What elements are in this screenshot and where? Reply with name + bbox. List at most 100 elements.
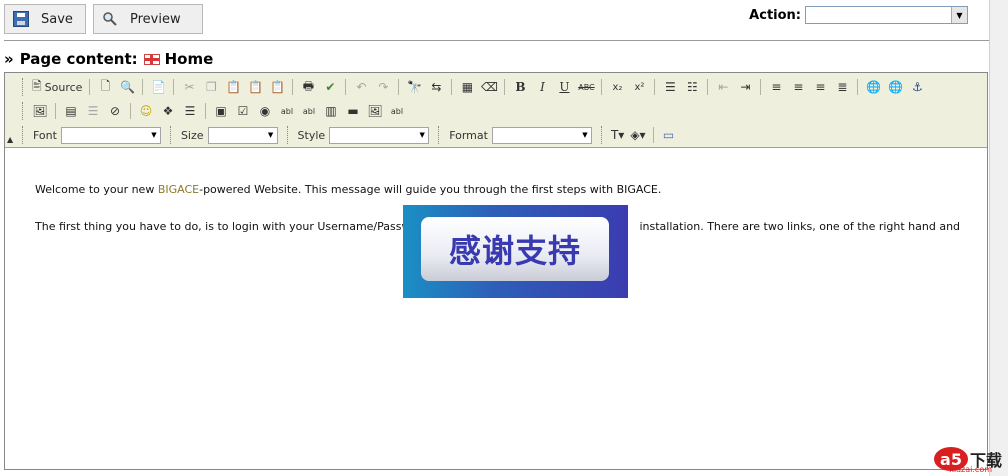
undo-icon: ↶ xyxy=(356,80,367,94)
separator xyxy=(504,79,506,95)
italic-button[interactable]: I xyxy=(531,77,553,97)
save-icon xyxy=(13,11,29,27)
copy-icon: ❐ xyxy=(206,80,217,94)
toolbar-grip xyxy=(22,126,26,144)
action-group: Action: ▼ xyxy=(749,6,968,24)
undo-button[interactable]: ↶ xyxy=(350,77,372,97)
textfield-button[interactable]: abl xyxy=(276,101,298,121)
subscript-button[interactable]: x₂ xyxy=(606,77,628,97)
ordered-list-button[interactable]: ☰ xyxy=(659,77,681,97)
spellcheck-button[interactable]: ✔ xyxy=(319,77,341,97)
templates-button[interactable]: 📄 xyxy=(147,77,169,97)
button-field-button[interactable]: ▬ xyxy=(342,101,364,121)
separator xyxy=(89,79,91,95)
justify-button[interactable]: ≣ xyxy=(831,77,853,97)
toolbar-grip xyxy=(169,126,174,144)
bold-icon: B xyxy=(515,80,526,94)
scrollbar[interactable] xyxy=(989,0,1008,476)
replace-button[interactable]: ⇆ xyxy=(425,77,447,97)
strike-button[interactable]: ABC xyxy=(575,77,597,97)
copy-button[interactable]: ❐ xyxy=(200,77,222,97)
separator xyxy=(142,79,144,95)
link-icon: 🌐 xyxy=(865,80,881,94)
bold-button[interactable]: B xyxy=(509,77,531,97)
size-select[interactable]: ▼ xyxy=(207,126,278,144)
textfield-icon: abl xyxy=(280,106,294,116)
print-button[interactable]: 🖶 xyxy=(297,77,319,97)
separator xyxy=(205,103,206,119)
style-select[interactable]: ▼ xyxy=(329,126,430,144)
link-button[interactable]: 🌐 xyxy=(862,77,884,97)
table-icon: ▤ xyxy=(65,104,77,118)
preview-button[interactable]: Preview xyxy=(93,4,203,34)
align-right-button[interactable]: ≡ xyxy=(809,77,831,97)
paste-word-button[interactable]: 📋 xyxy=(266,77,288,97)
page-break-button[interactable]: ☰ xyxy=(179,101,201,121)
unlink-button[interactable]: 🌐 xyxy=(884,77,906,97)
size-label: Size xyxy=(180,128,204,142)
source-button[interactable]: 🖹 Source xyxy=(29,77,85,97)
unordered-list-button[interactable]: ☷ xyxy=(681,77,703,97)
rule-button[interactable]: ☰ xyxy=(82,101,104,121)
paste-button[interactable]: 📋 xyxy=(222,77,244,97)
underline-button[interactable]: U xyxy=(553,77,575,97)
checkbox-button[interactable]: ☑ xyxy=(232,101,254,121)
anchor-button[interactable]: ⚓ xyxy=(906,77,928,97)
horizontal-rule-icon: ☰ xyxy=(87,104,99,118)
paragraph-1: Welcome to your new BIGACE-powered Websi… xyxy=(35,183,960,196)
remove-format-button[interactable]: ⌫ xyxy=(478,77,500,97)
action-label: Action: xyxy=(749,7,801,23)
flash-button[interactable]: ⊘ xyxy=(104,101,126,121)
format-select[interactable]: ▼ xyxy=(491,126,592,144)
select-all-button[interactable]: ▦ xyxy=(456,77,478,97)
chevron-down-icon: ▼ xyxy=(582,131,588,139)
bg-color-button[interactable]: ◈▾ xyxy=(627,125,648,145)
paste-text-button[interactable]: 📋 xyxy=(244,77,266,97)
hidden-field-button[interactable]: abl xyxy=(386,101,408,121)
separator xyxy=(707,79,709,95)
align-center-button[interactable]: ≡ xyxy=(787,77,809,97)
special-char-icon: ❖ xyxy=(162,104,174,118)
select-field-button[interactable]: ▥ xyxy=(320,101,342,121)
redo-button[interactable]: ↷ xyxy=(372,77,394,97)
form-button[interactable]: ▣ xyxy=(210,101,232,121)
magnifier-icon xyxy=(102,11,118,27)
action-select[interactable]: ▼ xyxy=(805,6,968,24)
toolbar-row-1: 🖹 Source 🗋 🔍 📄 ✂ ❐ 📋 📋 📋 🖶 ✔ ↶ ↷ 🔭 ⇆ ▦ ⌫… xyxy=(19,75,928,99)
toolbar-row-2: 🖼 ▤ ☰ ⊘ ☺ ❖ ☰ ▣ ☑ ◉ abl abl ▥ ▬ 🖼 abl xyxy=(19,99,408,123)
separator xyxy=(451,79,453,95)
radio-button[interactable]: ◉ xyxy=(254,101,276,121)
page-name: Home xyxy=(164,50,214,68)
preview-doc-button[interactable]: 🔍 xyxy=(116,77,138,97)
brand-name: BIGACE xyxy=(157,183,200,196)
outdent-button[interactable]: ⇤ xyxy=(712,77,734,97)
save-button[interactable]: Save xyxy=(4,4,86,34)
toolbar-grip xyxy=(600,126,605,144)
separator xyxy=(55,103,56,119)
text-color-button[interactable]: T▾ xyxy=(608,125,627,145)
textarea-button[interactable]: abl xyxy=(298,101,320,121)
table-button[interactable]: ▤ xyxy=(60,101,82,121)
superscript-button[interactable]: x² xyxy=(628,77,650,97)
spellcheck-icon: ✔ xyxy=(325,80,336,94)
collapse-toolbar-icon[interactable]: ▲ xyxy=(7,135,13,144)
smiley-button[interactable]: ☺ xyxy=(135,101,157,121)
image-button[interactable]: 🖼 xyxy=(29,101,51,121)
font-select[interactable]: ▼ xyxy=(60,126,161,144)
thanks-text: 感谢支持 xyxy=(421,217,609,281)
special-char-button[interactable]: ❖ xyxy=(157,101,179,121)
separator xyxy=(345,79,347,95)
cut-button[interactable]: ✂ xyxy=(178,77,200,97)
find-button[interactable]: 🔭 xyxy=(403,77,425,97)
show-blocks-button[interactable]: ▭ xyxy=(658,125,680,145)
subscript-icon: x₂ xyxy=(612,81,623,93)
align-left-icon: ≡ xyxy=(771,80,782,94)
new-page-button[interactable]: 🗋 xyxy=(94,77,116,97)
align-left-button[interactable]: ≡ xyxy=(765,77,787,97)
uk-flag-icon xyxy=(143,53,160,65)
binoculars-icon: 🔭 xyxy=(406,80,422,94)
title-label: Page content: xyxy=(19,50,138,68)
image-button-field-button[interactable]: 🖼 xyxy=(364,101,386,121)
save-label: Save xyxy=(41,11,73,27)
indent-button[interactable]: ⇥ xyxy=(734,77,756,97)
